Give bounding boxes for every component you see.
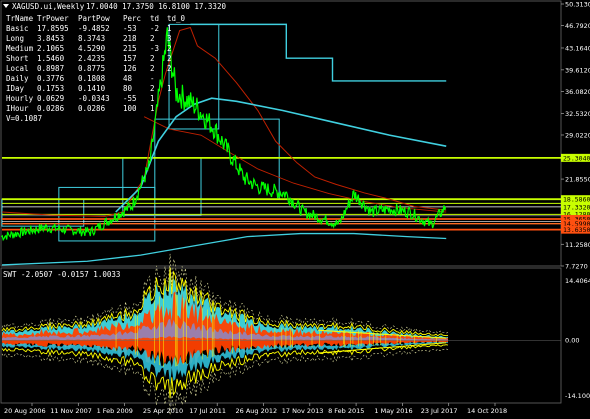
table-cell: 1 xyxy=(167,84,172,93)
cyan-step-line xyxy=(190,23,447,82)
table-cell: -55 xyxy=(123,94,137,103)
table-cell: 2.4235 xyxy=(78,54,105,63)
time-axis-label: 20 Aug 2006 xyxy=(4,407,46,415)
cyan-long-average xyxy=(1,232,447,266)
table-cell: 1 xyxy=(150,94,155,103)
time-axis-label: 1 May 2016 xyxy=(374,407,412,415)
swt-axis-label: 0.00 xyxy=(565,337,579,345)
price-axis-label: 11.2580 xyxy=(565,241,590,249)
time-axis-label: 1 Feb 2009 xyxy=(97,407,133,415)
table-cell: 2 xyxy=(150,54,155,63)
swt-axis-label: -14.1002 xyxy=(565,392,590,400)
table-cell: 2 xyxy=(150,64,155,73)
table-header: Perc xyxy=(123,14,141,23)
table-cell: 2.1065 xyxy=(37,44,64,53)
table-cell: 0.1410 xyxy=(78,84,106,93)
table-cell: IHour xyxy=(6,104,29,113)
table-cell: 0.8987 xyxy=(37,64,64,73)
price-line xyxy=(1,27,447,242)
table-cell: 215 xyxy=(123,44,137,53)
swt-axis-label: 14.4064 xyxy=(565,277,590,285)
table-cell: 0.3776 xyxy=(37,74,65,83)
table-cell: 0.8775 xyxy=(78,64,105,73)
table-cell: 100 xyxy=(123,104,137,113)
table-cell: 48 xyxy=(123,74,133,83)
table-cell: 218 xyxy=(123,34,137,43)
table-cell: 2 xyxy=(167,54,172,63)
time-axis-label: 26 Aug 2012 xyxy=(236,407,278,415)
trend-info-table: TrName TrPower PartPow Perc td td_0 Basic 17.85… xyxy=(6,14,186,123)
time-axis-label: 23 Jul 2017 xyxy=(421,407,458,415)
table-cell: Medium xyxy=(6,44,34,53)
collapse-arrow-icon[interactable] xyxy=(3,4,9,8)
price-axis-label: 50.3130 xyxy=(565,1,590,9)
table-cell: 2 xyxy=(167,64,172,73)
price-tag-label: 25.3040 xyxy=(563,154,590,162)
table-cell: 2 xyxy=(167,44,172,53)
table-cell: -9.4852 xyxy=(78,24,110,33)
price-axis-label: 21.8550 xyxy=(565,176,590,184)
table-cell: Local xyxy=(6,64,29,73)
table-cell: -3 xyxy=(150,44,159,53)
swt-title: SWT -2.0507 -0.0157 1.0033 xyxy=(3,270,120,279)
table-footer: V=0.1087 xyxy=(6,114,42,123)
table-header: TrPower xyxy=(37,14,69,23)
table-header: td_0 xyxy=(167,14,186,23)
table-cell: Short xyxy=(6,54,29,63)
time-axis-label: 11 Nov 2007 xyxy=(50,407,92,415)
table-cell: -53 xyxy=(123,24,137,33)
table-cell: -0.0343 xyxy=(78,94,110,103)
table-cell: Basic xyxy=(6,24,29,33)
table-cell: 3.8453 xyxy=(37,34,64,43)
time-axis-label: 17 Nov 2013 xyxy=(282,407,324,415)
red-slow-curve xyxy=(143,116,447,213)
price-axis-label: 39.6120 xyxy=(565,66,590,74)
ohlc-label: 17.0040 17.3750 16.8100 17.3320 xyxy=(86,2,226,11)
time-axis-label: 8 Feb 2015 xyxy=(328,407,364,415)
price-axis-label: 36.0820 xyxy=(565,88,590,96)
table-cell: Hourly xyxy=(6,94,34,103)
chart-canvas: 50.3130 46.7920 43.1640 39.6120 36.0820 32.53… xyxy=(0,1,590,416)
price-series xyxy=(1,27,447,242)
table-cell: 0.0286 xyxy=(37,104,65,113)
table-cell: 1.5460 xyxy=(37,54,65,63)
time-axis-label: 14 Oct 2018 xyxy=(467,407,507,415)
table-cell: 2 xyxy=(150,34,155,43)
table-cell: -2 xyxy=(150,24,159,33)
price-tag-label: 13.6350 xyxy=(563,226,590,234)
chart-header: XAGUSD.ui,Weekly 17.0040 17.3750 16.8100… xyxy=(3,2,226,11)
table-cell: 8.3743 xyxy=(78,34,105,43)
table-cell: 2 xyxy=(150,84,155,93)
table-cell: - xyxy=(150,74,155,83)
table-cell: 17.8595 xyxy=(37,24,69,33)
red-trend-line xyxy=(1,26,447,217)
table-cell: 0.0286 xyxy=(78,104,106,113)
table-cell: 0.1753 xyxy=(37,84,64,93)
time-axis-label: 25 Apr 2010 xyxy=(143,407,183,415)
table-cell: Daily xyxy=(6,74,29,83)
table-cell: 0.1808 xyxy=(78,74,106,83)
price-axis-label: 46.7920 xyxy=(565,22,590,30)
price-axis-label: 32.5320 xyxy=(565,110,590,118)
price-axis-label: 43.1640 xyxy=(565,44,590,52)
table-cell: 157 xyxy=(123,54,137,63)
table-cell: 0.0629 xyxy=(37,94,64,103)
table-cell: 4.5290 xyxy=(78,44,106,53)
table-header: TrName xyxy=(6,14,34,23)
table-cell: Long xyxy=(6,34,24,43)
table-header: PartPow xyxy=(78,14,110,23)
table-cell: 80 xyxy=(123,84,133,93)
table-cell: 1 xyxy=(150,104,155,113)
time-axis-label: 17 Jul 2011 xyxy=(189,407,226,415)
table-cell: 126 xyxy=(123,64,137,73)
price-axis-label: 7.7270 xyxy=(565,263,588,271)
table-header: td xyxy=(150,14,159,23)
table-cell: IDay xyxy=(6,84,25,93)
table-cell: 3 xyxy=(167,34,172,43)
symbol-label: XAGUSD.ui,Weekly xyxy=(12,2,85,11)
table-cell: 1 xyxy=(167,24,172,33)
price-axis-label: 29.0220 xyxy=(565,131,590,139)
